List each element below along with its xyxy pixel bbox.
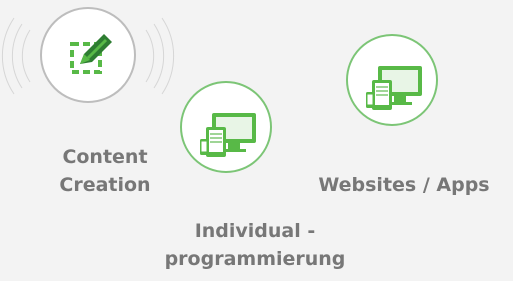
individual-programmierung-label: Individual - programmierung <box>164 220 346 270</box>
content-creation-label: Content Creation <box>59 146 151 196</box>
responsive-devices-icon <box>366 66 422 110</box>
edit-select-icon <box>70 34 112 74</box>
websites-apps-label: Websites / Apps <box>318 174 490 196</box>
responsive-devices-icon <box>200 113 256 157</box>
